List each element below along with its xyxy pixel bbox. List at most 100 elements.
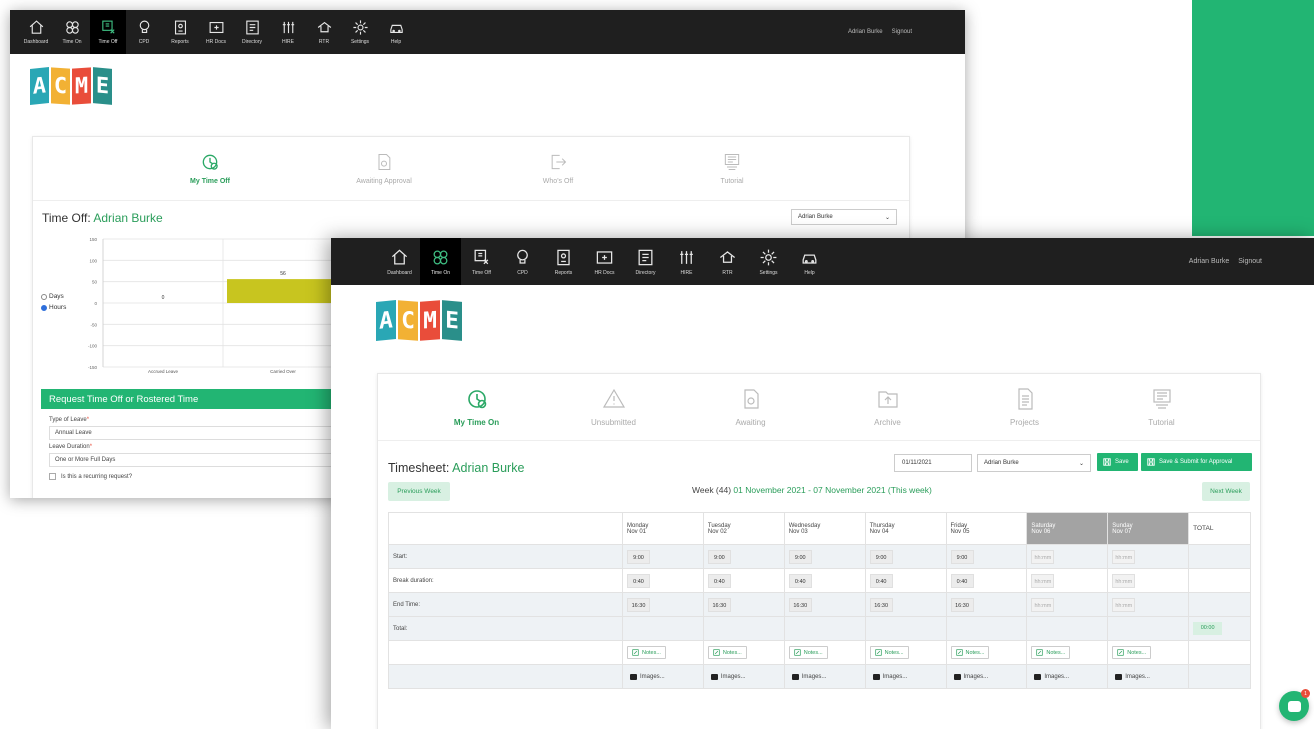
notes-button[interactable]: Notes... [1031,646,1071,659]
notes-button[interactable]: Notes... [869,646,909,659]
help-icon [389,24,403,34]
acme-logo[interactable]: A C M E [30,67,112,105]
nav-item-hr-docs[interactable]: HR Docs [198,10,234,54]
nav-item-dashboard[interactable]: Dashboard [18,10,54,54]
time-input[interactable]: 16:30 [627,597,650,612]
table-cell [1188,544,1251,569]
time-input[interactable]: 0:40 [788,573,812,588]
employee-select[interactable]: Adrian Burke ⌄ [791,209,897,225]
tab-my-time-on[interactable]: My Time On [417,374,537,440]
nav-item-dashboard[interactable]: Dashboard [379,238,420,285]
time-input[interactable]: 0:40 [707,573,731,588]
next-week-button[interactable]: Next Week [1202,482,1250,501]
recurring-checkbox[interactable] [49,473,56,480]
time-input[interactable]: hh:mm [1031,597,1055,612]
nav-item-directory[interactable]: Directory [234,10,270,54]
nav-item-time-on[interactable]: Time On [54,10,90,54]
tab-tutorial[interactable]: Tutorial [672,137,792,200]
time-input[interactable]: 16:30 [707,597,731,612]
images-button[interactable]: Images... [951,670,992,683]
nav-item-settings[interactable]: Settings [342,10,378,54]
notes-button[interactable]: Notes... [627,646,666,659]
leave-duration-select[interactable]: One or More Full Days [49,453,333,467]
time-input[interactable]: 16:30 [950,597,974,612]
type-of-leave-select[interactable]: Annual Leave [49,426,333,440]
recurring-checkbox-row[interactable]: Is this a recurring request? [49,473,333,480]
images-button[interactable]: Images... [789,670,830,683]
nav-item-directory[interactable]: Directory [625,238,666,285]
nav-item-rtr[interactable]: RTR [707,238,748,285]
nav-item-cpd[interactable]: CPD [502,238,543,285]
employee-select[interactable]: Adrian Burke ⌄ [977,454,1091,472]
time-input[interactable]: 0:40 [950,573,974,588]
images-button[interactable]: Images... [870,670,911,683]
time-off-icon [101,20,115,34]
time-input[interactable]: 9:00 [869,549,893,564]
time-input[interactable]: 9:00 [627,549,650,564]
notes-button[interactable]: Notes... [707,646,747,659]
chart-y-tick-label: 50 [92,280,98,285]
nav-item-settings[interactable]: Settings [748,238,789,285]
table-cell: hh:mm [1107,568,1190,593]
table-cell [622,616,704,641]
images-button[interactable]: Images... [708,670,749,683]
notes-button[interactable]: Notes... [1112,646,1152,659]
user-name[interactable]: Adrian Burke [848,29,883,35]
nav-item-time-off[interactable]: Time Off [461,238,502,285]
time-input[interactable]: 9:00 [707,549,731,564]
time-input[interactable]: hh:mm [1031,549,1055,564]
images-button[interactable]: Images... [1112,670,1153,683]
tab-unsubmitted[interactable]: Unsubmitted [554,374,674,440]
time-input[interactable]: hh:mm [1112,549,1136,564]
tab-my-time-off[interactable]: My Time Off [150,137,270,200]
table-header-blank [388,512,623,545]
signout-link[interactable]: Signout [892,29,912,35]
images-button[interactable]: Images... [1031,670,1072,683]
table-cell: hh:mm [1026,568,1109,593]
time-input[interactable]: 9:00 [950,549,974,564]
nav-item-time-on[interactable]: Time On [420,238,461,285]
top-nav: Dashboard Time On Time Off CPD Reports HR Doc… [10,10,965,54]
nav-item-label: Reports [554,269,573,276]
tab-archive[interactable]: Archive [828,374,948,440]
nav-item-hr-docs[interactable]: HR Docs [584,238,625,285]
nav-item-reports[interactable]: Reports [543,238,584,285]
time-input[interactable]: 16:30 [869,597,893,612]
signout-link[interactable]: Signout [1238,258,1262,265]
tab-whos-off[interactable]: Who's Off [498,137,618,200]
tab-projects[interactable]: Projects [965,374,1085,440]
nav-item-time-off[interactable]: Time Off [90,10,126,54]
nav-item-reports[interactable]: Reports [162,10,198,54]
tab-awaiting[interactable]: Awaiting [691,374,811,440]
time-input[interactable]: 0:40 [869,573,893,588]
nav-item-cpd[interactable]: CPD [126,10,162,54]
table-cell [864,616,947,641]
save-submit-button[interactable]: Save & Submit for Approval [1141,453,1252,471]
nav-item-help[interactable]: Help [378,10,414,54]
tab-tutorial[interactable]: Tutorial [1102,374,1222,440]
images-button[interactable]: Images... [627,670,668,683]
tab-awaiting-approval[interactable]: Awaiting Approval [324,137,444,200]
notes-button[interactable]: Notes... [788,646,828,659]
time-input[interactable]: 16:30 [788,597,812,612]
save-button[interactable]: Save [1097,453,1138,471]
nav-item-help[interactable]: Help [789,238,830,285]
nav-item-rtr[interactable]: RTR [306,10,342,54]
time-input[interactable]: hh:mm [1031,573,1055,588]
acme-logo[interactable]: A C M E [376,299,462,342]
previous-week-button[interactable]: Previous Week [388,482,450,501]
time-input[interactable]: hh:mm [1112,573,1136,588]
user-area: Adrian Burke Signout [1189,238,1262,285]
nav-item-hire[interactable]: HIRE [270,10,306,54]
user-name[interactable]: Adrian Burke [1189,258,1229,265]
table-cell: 16:30 [702,592,785,617]
top-nav: Dashboard Time On Time Off CPD Reports HR Doc… [331,238,1314,285]
time-input[interactable]: 0:40 [627,573,650,588]
time-input[interactable]: 9:00 [788,549,812,564]
week-date-input[interactable]: 01/11/2021 [894,454,972,472]
tutorial-board-icon [1152,389,1171,409]
notes-button[interactable]: Notes... [950,646,990,659]
nav-item-hire[interactable]: HIRE [666,238,707,285]
time-input[interactable]: hh:mm [1112,597,1136,612]
table-header-row: Monday Nov 01 Tuesday Nov 02 Wednesday Nov 03… [388,512,1251,545]
